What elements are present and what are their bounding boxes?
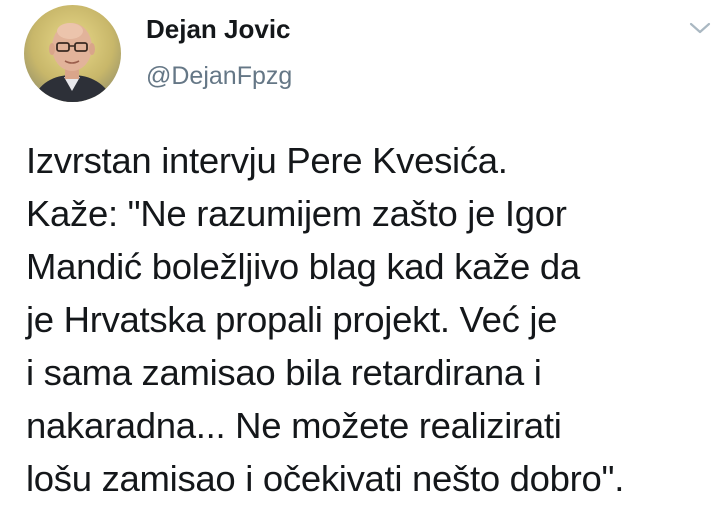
tweet-menu-button[interactable] — [688, 18, 712, 38]
tweet-line: je Hrvatska propali projekt. Već je — [26, 299, 558, 340]
avatar-photo-icon — [24, 5, 121, 102]
chevron-down-icon — [689, 22, 711, 34]
tweet-body: Izvrstan intervju Pere Kvesića. Kaže: "N… — [26, 134, 716, 505]
tweet-line: i sama zamisao bila retardirana i — [26, 352, 542, 393]
tweet-line: Mandić boležljivo blag kad kaže da — [26, 246, 580, 287]
author-avatar[interactable] — [24, 5, 121, 102]
author-display-name[interactable]: Dejan Jovic — [146, 14, 291, 45]
tweet-card: Dejan Jovic @DejanFpzg Izvrstan intervju… — [0, 0, 717, 505]
author-handle[interactable]: @DejanFpzg — [146, 62, 292, 91]
tweet-line: Izvrstan intervju Pere Kvesića. — [26, 140, 508, 181]
tweet-line: Kaže: "Ne razumijem zašto je Igor — [26, 193, 567, 234]
tweet-line: nakaradna... Ne možete realizirati — [26, 405, 562, 446]
tweet-line: lošu zamisao i očekivati nešto dobro". — [26, 458, 625, 499]
